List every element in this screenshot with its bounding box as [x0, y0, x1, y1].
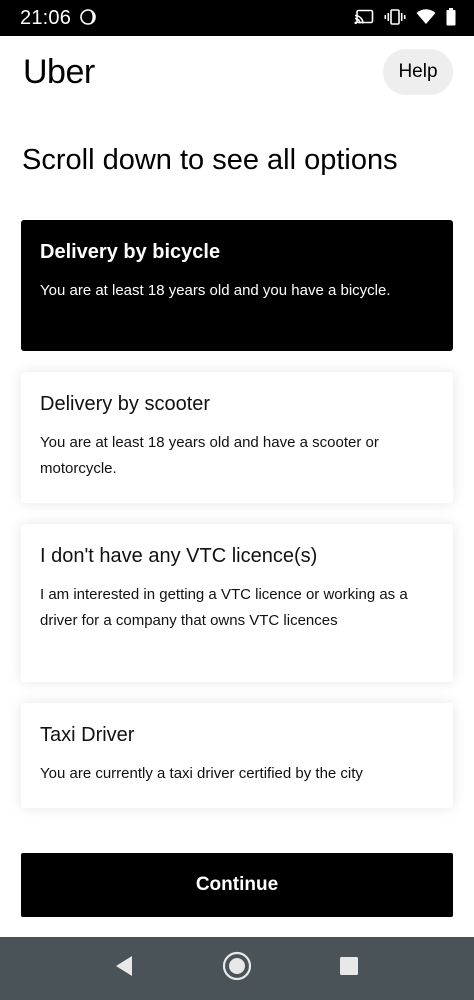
back-button[interactable] — [84, 937, 164, 1000]
home-button[interactable] — [197, 937, 277, 1000]
options-list[interactable]: Delivery by bicycle You are at least 18 … — [0, 0, 474, 830]
option-title: Delivery by scooter — [40, 393, 211, 415]
navigation-bar — [0, 937, 474, 1000]
home-icon — [222, 951, 252, 986]
recents-button[interactable] — [309, 937, 389, 1000]
option-title: Taxi Driver — [40, 724, 135, 746]
option-title: Delivery by bicycle — [40, 241, 221, 263]
option-card-scooter[interactable]: Delivery by scooter You are at least 18 … — [21, 372, 453, 503]
option-description: I am interested in getting a VTC licence… — [40, 586, 408, 629]
option-card-no-vtc-licence[interactable]: I don't have any VTC licence(s) I am int… — [21, 524, 453, 682]
option-card-bicycle[interactable]: Delivery by bicycle You are at least 18 … — [21, 220, 453, 351]
back-icon — [114, 955, 134, 982]
continue-button[interactable]: Continue — [21, 853, 453, 917]
option-description: You are currently a taxi driver certifie… — [40, 765, 363, 782]
option-title: I don't have any VTC licence(s) — [40, 545, 318, 567]
option-card-taxi-driver[interactable]: Taxi Driver You are currently a taxi dri… — [21, 703, 453, 808]
recents-icon — [339, 956, 359, 981]
option-description: You are at least 18 years old and have a… — [40, 434, 379, 477]
option-description: You are at least 18 years old and you ha… — [40, 282, 391, 299]
